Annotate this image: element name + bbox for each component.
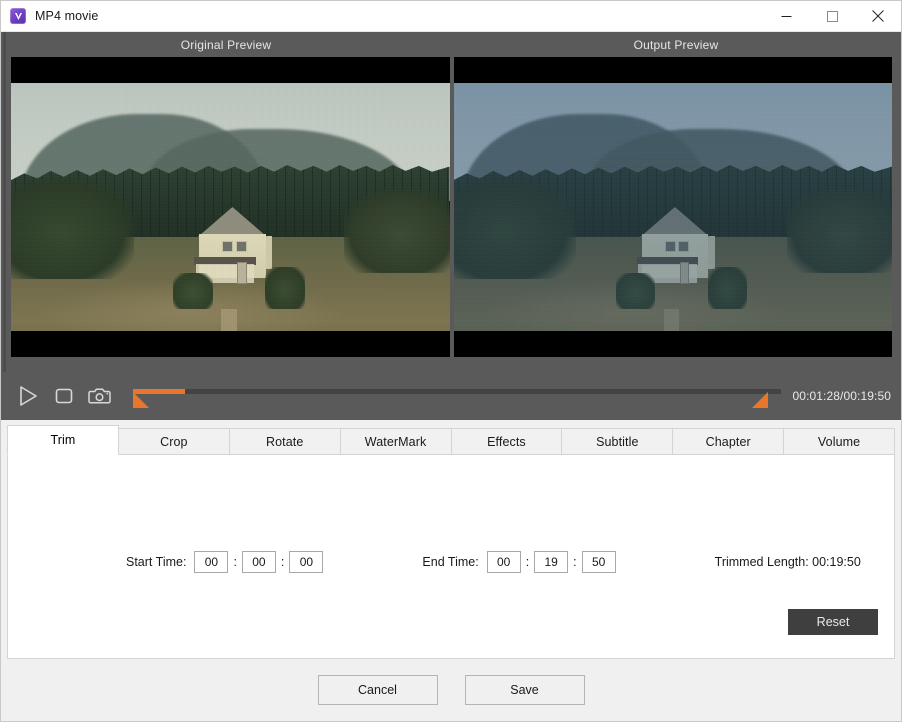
start-separator-2: :: [281, 555, 284, 569]
tab-volume[interactable]: Volume: [784, 428, 895, 455]
cancel-button[interactable]: Cancel: [318, 675, 438, 705]
original-scene: [11, 57, 450, 357]
tab-crop[interactable]: Crop: [119, 428, 230, 455]
start-separator-1: :: [233, 555, 236, 569]
timeline-track[interactable]: [133, 389, 781, 394]
letterbox-top: [11, 57, 450, 83]
start-hours-input[interactable]: [194, 551, 228, 573]
tab-rotate[interactable]: Rotate: [230, 428, 341, 455]
timecode-display: 00:01:28/00:19:50: [793, 389, 891, 403]
tab-strip: Trim Crop Rotate WaterMark Effects Subti…: [7, 426, 895, 455]
video-editor-window: MP4 movie Original Preview Output Previe…: [0, 0, 902, 722]
house-window-left: [222, 241, 233, 253]
start-time-label: Start Time:: [126, 555, 186, 569]
trimmed-length-label: Trimmed Length: 00:19:50: [715, 555, 861, 569]
left-edge-strip: [3, 32, 6, 372]
shrub-right: [265, 267, 304, 309]
end-separator-1: :: [526, 555, 529, 569]
title-bar: MP4 movie: [1, 1, 901, 32]
tab-chapter[interactable]: Chapter: [673, 428, 784, 455]
trim-start-marker[interactable]: [133, 392, 149, 408]
tab-watermark[interactable]: WaterMark: [341, 428, 452, 455]
end-hours-input[interactable]: [487, 551, 521, 573]
footer-bar: Cancel Save: [1, 659, 901, 721]
tab-subtitle[interactable]: Subtitle: [562, 428, 673, 455]
minimize-icon[interactable]: [763, 1, 809, 32]
original-preview-video[interactable]: [11, 57, 450, 357]
window-controls: [763, 1, 901, 32]
end-separator-2: :: [573, 555, 576, 569]
window-title: MP4 movie: [35, 9, 98, 23]
title-bar-left: MP4 movie: [1, 8, 763, 24]
original-preview-label: Original Preview: [1, 38, 451, 52]
tab-effects[interactable]: Effects: [452, 428, 563, 455]
end-time-group: End Time: : :: [422, 551, 615, 573]
close-icon[interactable]: [855, 1, 901, 32]
trim-end-marker[interactable]: [752, 392, 768, 408]
start-time-group: Start Time: : :: [126, 551, 323, 573]
output-preview-label: Output Preview: [451, 38, 901, 52]
trim-controls-row: Start Time: : : End Time: : : Trimmed Le…: [8, 551, 894, 573]
end-seconds-input[interactable]: [582, 551, 616, 573]
snapshot-camera-icon[interactable]: [83, 379, 117, 413]
trim-tab-page: Start Time: : : End Time: : : Trimmed Le…: [7, 454, 895, 659]
shrub-left: [173, 273, 212, 309]
play-icon[interactable]: [11, 379, 45, 413]
tab-trim[interactable]: Trim: [7, 425, 119, 455]
letterbox-bottom: [11, 331, 450, 357]
right-foliage: [344, 189, 449, 273]
preview-labels: Original Preview Output Preview: [1, 32, 901, 57]
save-button[interactable]: Save: [465, 675, 585, 705]
left-foliage: [11, 177, 134, 279]
preview-area: Original Preview Output Preview: [1, 32, 901, 372]
transport-bar: 00:01:28/00:19:50: [1, 372, 901, 420]
reset-button[interactable]: Reset: [788, 609, 878, 635]
letterbox-top: [454, 57, 893, 83]
start-seconds-input[interactable]: [289, 551, 323, 573]
letterbox-bottom: [454, 331, 893, 357]
output-preview-video[interactable]: [454, 57, 893, 357]
house-roof: [197, 207, 267, 237]
house-door: [237, 262, 246, 284]
preview-panes: [1, 57, 901, 357]
video-app-icon: [10, 8, 26, 24]
cool-tone-wash: [454, 57, 893, 357]
maximize-icon[interactable]: [809, 1, 855, 32]
output-scene: [454, 57, 893, 357]
editor-panel: Trim Crop Rotate WaterMark Effects Subti…: [1, 420, 901, 659]
start-minutes-input[interactable]: [242, 551, 276, 573]
stop-icon[interactable]: [47, 379, 81, 413]
end-time-label: End Time:: [422, 555, 478, 569]
timeline-scrubber[interactable]: [133, 379, 781, 413]
house-window-right: [236, 241, 247, 253]
end-minutes-input[interactable]: [534, 551, 568, 573]
